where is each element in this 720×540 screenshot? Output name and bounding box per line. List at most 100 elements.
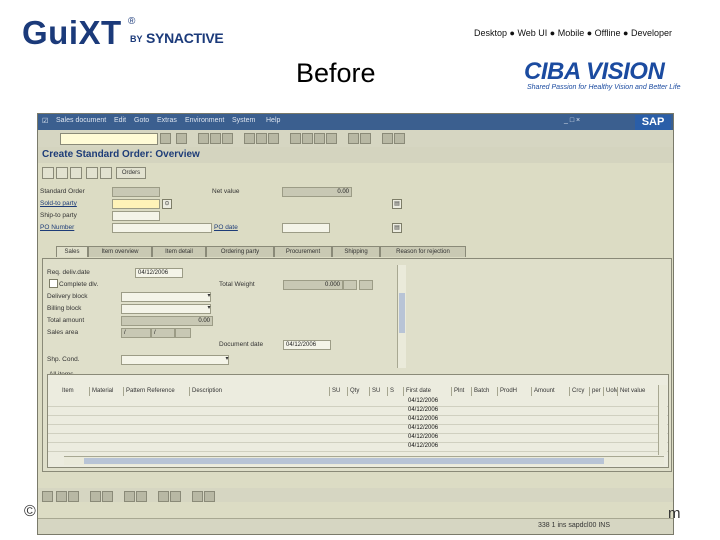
- new-session-icon[interactable]: [348, 133, 359, 144]
- tab-ordering-party[interactable]: Ordering party: [206, 246, 274, 257]
- delete-row-icon[interactable]: [68, 491, 79, 502]
- billing-block-dropdown-icon[interactable]: ▾: [205, 304, 213, 312]
- first-date-cell[interactable]: 04/12/2006: [408, 406, 438, 415]
- tab-procurement[interactable]: Procurement: [274, 246, 332, 257]
- item-detail-tb-icon[interactable]: [42, 491, 53, 502]
- item-detail-icon[interactable]: [70, 167, 82, 179]
- sales-scrollbar[interactable]: [397, 265, 406, 368]
- menu-system[interactable]: System: [232, 117, 255, 124]
- tab-item-detail[interactable]: Item detail: [152, 246, 206, 257]
- tab-reason-rejection[interactable]: Reason for rejection: [380, 246, 466, 257]
- display-doc-flow-icon[interactable]: [42, 167, 54, 179]
- col-uom[interactable]: UoM: [604, 387, 618, 396]
- col-su[interactable]: SU: [330, 387, 348, 396]
- col-description[interactable]: Description: [190, 387, 330, 396]
- tab-item-overview[interactable]: Item overview: [88, 246, 152, 257]
- col-per[interactable]: per: [590, 387, 604, 396]
- po-date-field[interactable]: [282, 223, 330, 233]
- product-nav: Desktop ● Web UI ● Mobile ● Offline ● De…: [474, 28, 672, 38]
- next-page-icon[interactable]: [314, 133, 325, 144]
- col-first-date[interactable]: First date: [404, 387, 452, 396]
- save-icon[interactable]: [176, 133, 187, 144]
- col-crcy[interactable]: Crcy: [570, 387, 590, 396]
- col-amount[interactable]: Amount: [532, 387, 570, 396]
- first-date-cell[interactable]: 04/12/2006: [408, 433, 438, 442]
- document-date-field[interactable]: 04/12/2006: [283, 340, 331, 350]
- delivery-block-dropdown-icon[interactable]: ▾: [205, 292, 213, 300]
- header-detail-icon[interactable]: [56, 167, 68, 179]
- col-s[interactable]: S: [388, 387, 404, 396]
- back-icon[interactable]: [198, 133, 209, 144]
- tab-sales[interactable]: Sales: [56, 246, 88, 257]
- first-date-cell[interactable]: 04/12/2006: [408, 442, 438, 451]
- complete-dlv-checkbox[interactable]: [49, 279, 58, 288]
- search-tb-icon[interactable]: [170, 491, 181, 502]
- shipping-cond-dropdown-icon[interactable]: ▾: [223, 355, 231, 363]
- menu-extras[interactable]: Extras: [157, 117, 177, 124]
- window-controls[interactable]: _ □ ×: [564, 117, 580, 124]
- shipping-cond-field[interactable]: [121, 355, 229, 365]
- sales-area-division: [175, 328, 191, 338]
- col-pattern-ref[interactable]: Pattern Reference: [124, 387, 190, 396]
- enter-icon[interactable]: [160, 133, 171, 144]
- copyright-mark: ©: [24, 503, 36, 520]
- menu-goto[interactable]: Goto: [134, 117, 149, 124]
- prev-page-icon[interactable]: [302, 133, 313, 144]
- standard-toolbar: [38, 130, 673, 148]
- col-prodh[interactable]: ProdH: [498, 387, 532, 396]
- menu-check-icon[interactable]: ☑: [42, 117, 48, 125]
- command-field[interactable]: [60, 133, 158, 145]
- first-page-icon[interactable]: [290, 133, 301, 144]
- sold-to-field[interactable]: [112, 199, 160, 209]
- menu-sales-document[interactable]: Sales document: [56, 117, 106, 124]
- filter-icon[interactable]: [136, 491, 147, 502]
- partner-search-icon[interactable]: ⊙: [162, 199, 172, 209]
- menu-help[interactable]: Help: [266, 117, 280, 124]
- req-deliv-date-field[interactable]: 04/12/2006: [135, 268, 183, 278]
- col-su2[interactable]: SU: [370, 387, 388, 396]
- config-icon[interactable]: [86, 167, 98, 179]
- orders-button[interactable]: Orders: [116, 167, 146, 179]
- status-bar: 338 1 ins sapdcl00 INS: [38, 518, 673, 534]
- help-icon[interactable]: [382, 133, 393, 144]
- ship-to-label: Ship-to party: [40, 212, 77, 219]
- first-date-cell[interactable]: 04/12/2006: [408, 415, 438, 424]
- conditions-icon[interactable]: [100, 167, 112, 179]
- col-material[interactable]: Material: [90, 387, 124, 396]
- col-batch[interactable]: Batch: [472, 387, 498, 396]
- select-all-icon[interactable]: [90, 491, 101, 502]
- exit-icon[interactable]: [210, 133, 221, 144]
- insert-row-icon[interactable]: [56, 491, 67, 502]
- print-icon[interactable]: [244, 133, 255, 144]
- menu-environment[interactable]: Environment: [185, 117, 224, 124]
- layout-icon[interactable]: [394, 133, 405, 144]
- po-number-field[interactable]: [112, 223, 212, 233]
- first-date-cell[interactable]: 04/12/2006: [408, 397, 438, 406]
- table-hscrollbar[interactable]: [64, 456, 664, 465]
- config-tb-icon[interactable]: [158, 491, 169, 502]
- po-document-icon[interactable]: ▤: [392, 223, 402, 233]
- hscroll-thumb[interactable]: [84, 458, 604, 464]
- shortcut-icon[interactable]: [360, 133, 371, 144]
- ship-to-field[interactable]: [112, 211, 160, 221]
- tab-shipping[interactable]: Shipping: [332, 246, 380, 257]
- copy-tb-icon[interactable]: [192, 491, 203, 502]
- sort-icon[interactable]: [124, 491, 135, 502]
- col-plant[interactable]: Plnt: [452, 387, 472, 396]
- delivery-block-field[interactable]: [121, 292, 211, 302]
- menu-edit[interactable]: Edit: [114, 117, 126, 124]
- find-next-icon[interactable]: [268, 133, 279, 144]
- paste-tb-icon[interactable]: [204, 491, 215, 502]
- last-page-icon[interactable]: [326, 133, 337, 144]
- find-icon[interactable]: [256, 133, 267, 144]
- scroll-thumb[interactable]: [399, 293, 405, 333]
- table-row[interactable]: 04/12/2006: [48, 442, 668, 452]
- first-date-cell[interactable]: 04/12/2006: [408, 424, 438, 433]
- col-item[interactable]: Item: [60, 387, 90, 396]
- col-qty[interactable]: Qty: [348, 387, 370, 396]
- billing-block-field[interactable]: [121, 304, 211, 314]
- document-icon[interactable]: ▤: [392, 199, 402, 209]
- table-vscrollbar[interactable]: [658, 385, 667, 455]
- deselect-all-icon[interactable]: [102, 491, 113, 502]
- cancel-icon[interactable]: [222, 133, 233, 144]
